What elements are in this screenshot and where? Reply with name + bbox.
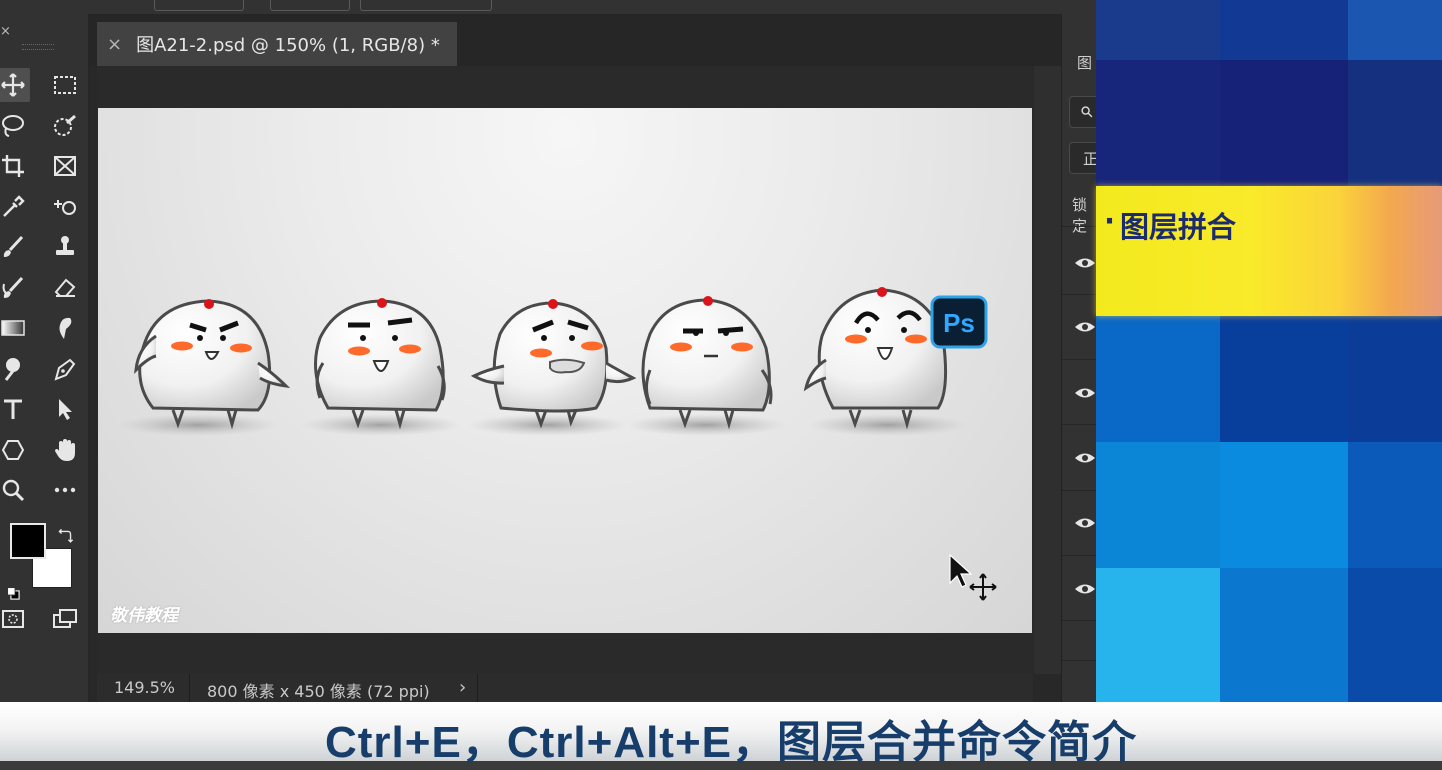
character-1 bbox=[134, 299, 291, 430]
layer-visibility-icon[interactable] bbox=[1074, 386, 1096, 400]
status-menu-arrow-icon[interactable]: › bbox=[459, 677, 466, 698]
layer-visibility-icon[interactable] bbox=[1074, 582, 1096, 596]
lock-label: 锁定 bbox=[1072, 196, 1088, 235]
zoom-tool-icon[interactable] bbox=[0, 473, 30, 507]
zoom-level[interactable]: 149.5% bbox=[114, 678, 175, 697]
tools-panel: × bbox=[0, 14, 89, 702]
document-info: 800 像素 x 450 像素 (72 ppi) bbox=[207, 682, 430, 701]
pen-tool-icon[interactable] bbox=[48, 352, 82, 386]
stamp-tool-icon[interactable] bbox=[48, 230, 82, 264]
video-caption-bar: Ctrl+E，Ctrl+Alt+E，图层合并命令简介 bbox=[0, 702, 1442, 767]
shape-tool-icon[interactable] bbox=[0, 433, 30, 467]
hand-tool-icon[interactable] bbox=[48, 433, 82, 467]
more-tools-icon[interactable] bbox=[48, 473, 82, 507]
marquee-tool-icon[interactable] bbox=[48, 68, 82, 102]
character-shadow bbox=[468, 414, 628, 436]
panel-grip[interactable] bbox=[22, 44, 54, 50]
frame-tool-icon[interactable] bbox=[48, 149, 82, 183]
topic-banner-text: 图层拼合 bbox=[1120, 210, 1237, 244]
document-tab-title: 图A21-2.psd @ 150% (1, RGB/8) * bbox=[136, 35, 440, 56]
gradient-tool-icon[interactable] bbox=[0, 311, 30, 345]
layers-panel-title[interactable]: 图 bbox=[1077, 52, 1092, 73]
type-tool-icon[interactable] bbox=[0, 392, 30, 426]
options-field[interactable] bbox=[154, 0, 244, 11]
topic-banner: · 图层拼合 bbox=[1096, 186, 1442, 316]
eyedropper-tool-icon[interactable] bbox=[0, 190, 30, 224]
topic-banner-bullet: · bbox=[1104, 204, 1116, 238]
swap-colors-icon[interactable] bbox=[52, 524, 78, 550]
options-checkbox[interactable] bbox=[360, 0, 492, 11]
move-cursor-icon bbox=[949, 553, 997, 601]
eraser-tool-icon[interactable] bbox=[48, 271, 82, 305]
dodge-tool-icon[interactable] bbox=[0, 352, 30, 386]
panel-collapse-icon[interactable]: × bbox=[0, 24, 11, 39]
move-tool-icon[interactable] bbox=[0, 68, 30, 102]
spot-healing-tool-icon[interactable] bbox=[48, 190, 82, 224]
character-2 bbox=[314, 298, 446, 430]
vertical-scrollbar[interactable] bbox=[1034, 66, 1061, 674]
layer-visibility-icon[interactable] bbox=[1074, 320, 1096, 334]
crop-tool-icon[interactable] bbox=[0, 149, 30, 183]
path-selection-tool-icon[interactable] bbox=[48, 392, 82, 426]
options-dropdown[interactable] bbox=[270, 0, 350, 11]
document-tab[interactable]: × 图A21-2.psd @ 150% (1, RGB/8) * bbox=[97, 22, 457, 66]
character-shadow bbox=[808, 414, 968, 436]
quick-selection-tool-icon[interactable] bbox=[48, 109, 82, 143]
screen-mode-icon[interactable] bbox=[48, 602, 82, 636]
image-canvas[interactable]: Ps 敬伟教程 bbox=[98, 108, 1032, 633]
history-brush-tool-icon[interactable] bbox=[0, 271, 30, 305]
character-3 bbox=[470, 299, 637, 429]
status-bar: 149.5% 800 像素 x 450 像素 (72 ppi) › bbox=[97, 674, 1033, 702]
layer-visibility-icon[interactable] bbox=[1074, 451, 1096, 465]
status-divider bbox=[189, 674, 190, 702]
ps-badge-text: Ps bbox=[943, 308, 975, 338]
video-caption-text: Ctrl+E，Ctrl+Alt+E，图层合并命令简介 bbox=[325, 718, 1137, 767]
status-divider bbox=[477, 674, 478, 702]
character-shadow bbox=[626, 414, 786, 436]
close-tab-icon[interactable]: × bbox=[107, 34, 122, 55]
blur-tool-icon[interactable] bbox=[48, 311, 82, 345]
quick-mask-icon[interactable] bbox=[0, 602, 30, 636]
lesson-background-mosaic bbox=[1096, 0, 1442, 702]
search-icon bbox=[1081, 106, 1093, 118]
options-bar bbox=[0, 0, 1096, 15]
character-shadow bbox=[118, 414, 278, 436]
foreground-color-swatch-front[interactable] bbox=[10, 523, 46, 559]
character-shadow bbox=[301, 414, 461, 436]
layers-panel: 图 正 锁定 bbox=[1061, 14, 1101, 702]
photoshop-logo: Ps bbox=[930, 295, 988, 349]
layer-visibility-icon[interactable] bbox=[1074, 256, 1096, 270]
character-4 bbox=[641, 296, 773, 430]
layer-visibility-icon[interactable] bbox=[1074, 516, 1096, 530]
watermark-text: 敬伟教程 bbox=[110, 606, 178, 626]
character-5 bbox=[803, 287, 948, 430]
brush-tool-icon[interactable] bbox=[0, 230, 30, 264]
lasso-tool-icon[interactable] bbox=[0, 109, 30, 143]
